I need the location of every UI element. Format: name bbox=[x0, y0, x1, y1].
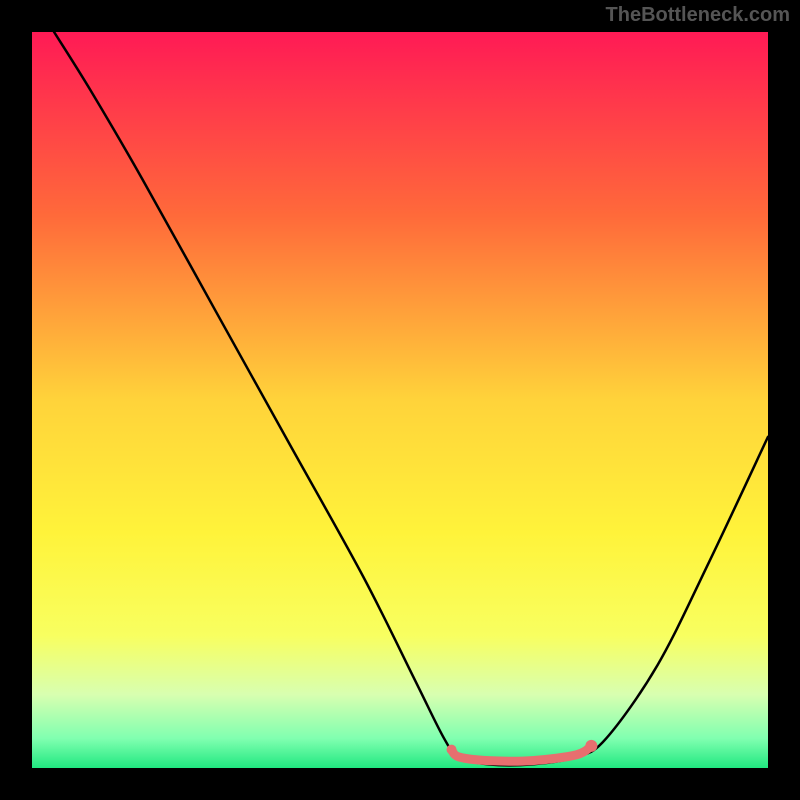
plot-area bbox=[32, 32, 768, 768]
optimal-end-dot bbox=[585, 740, 597, 752]
chart-svg bbox=[32, 32, 768, 768]
chart-container: TheBottleneck.com bbox=[0, 0, 800, 800]
gradient-background bbox=[32, 32, 768, 768]
optimal-start-dot bbox=[447, 745, 457, 755]
attribution-text: TheBottleneck.com bbox=[606, 4, 790, 27]
